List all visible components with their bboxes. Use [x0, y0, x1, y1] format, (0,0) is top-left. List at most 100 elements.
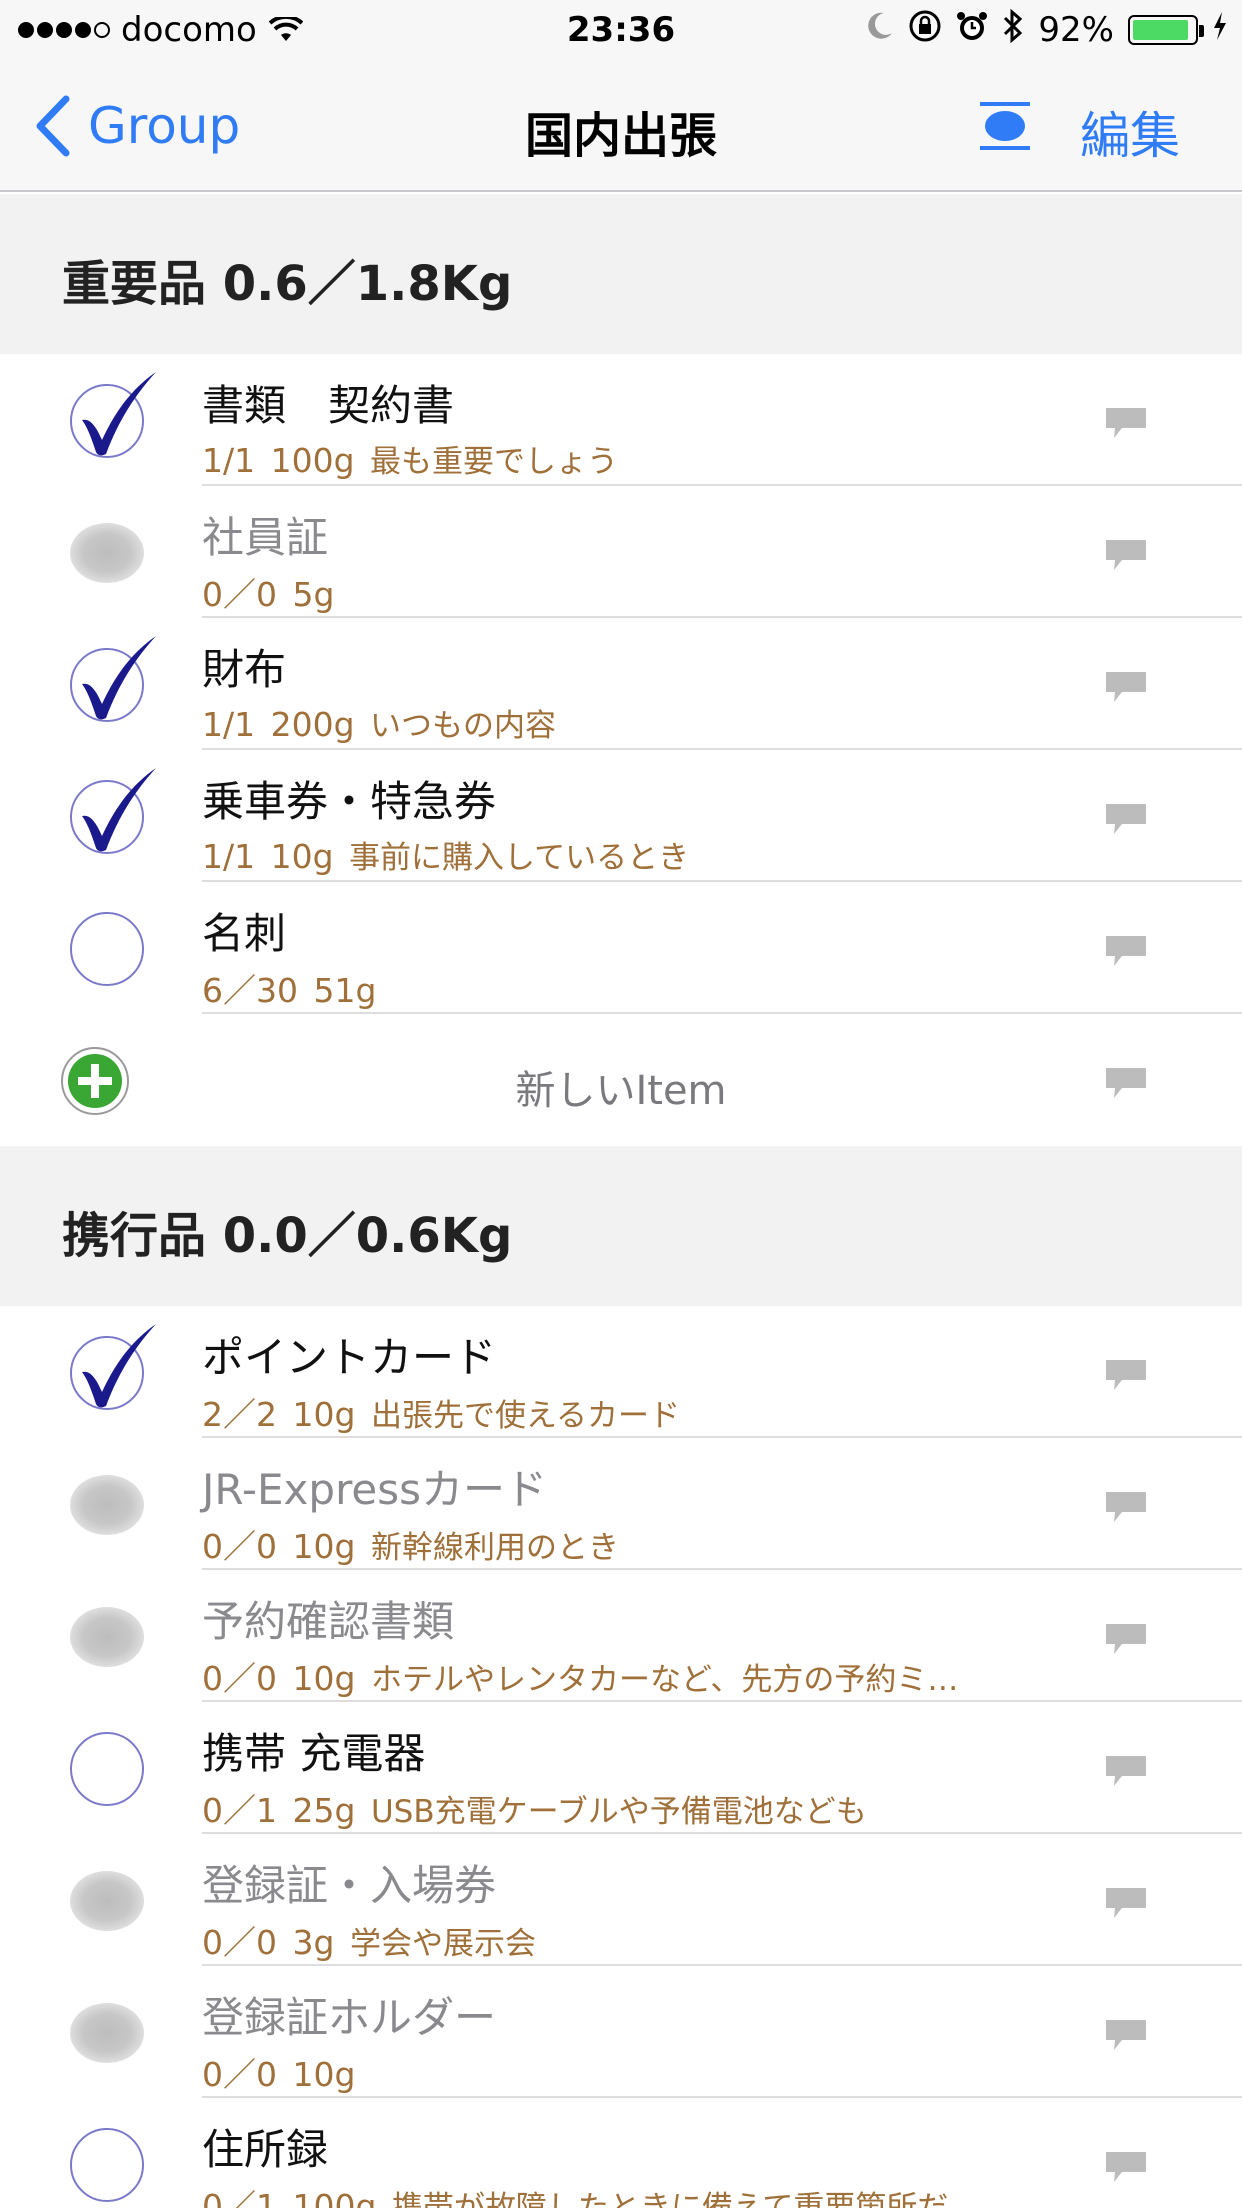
speech-bubble-icon[interactable]: [1104, 1066, 1148, 1102]
battery-icon: [1128, 15, 1204, 45]
item-quantity: 1/1: [202, 441, 256, 480]
speech-bubble-icon[interactable]: [1104, 1490, 1148, 1526]
speech-bubble-icon[interactable]: [1104, 670, 1148, 706]
speech-bubble-icon[interactable]: [1104, 802, 1148, 838]
list-item[interactable]: 財布 1/1 200g いつもの内容: [0, 618, 1242, 750]
item-weight: 5g: [292, 575, 335, 614]
item-name: 住所録: [202, 2125, 329, 2174]
checkbox[interactable]: [70, 2128, 144, 2202]
section-title: 携行品 0.0／0.6Kg: [62, 1208, 513, 1264]
item-note: ホテルやレンタカーなど、先方の予約ミ…: [370, 1662, 959, 1698]
battery-percent: 92%: [1038, 10, 1114, 50]
checkbox[interactable]: [70, 1468, 144, 1542]
checkmark-icon[interactable]: [70, 768, 156, 854]
list-item[interactable]: 登録証ホルダー 0／0 10g: [0, 1966, 1242, 2098]
item-detail: 1/1 100g 最も重要でしょう: [202, 436, 1062, 481]
item-detail: 0／1 25g USB充電ケーブルや予備電池なども: [202, 1784, 1062, 1832]
item-note: 新幹線利用のとき: [370, 1530, 619, 1566]
app-screen: docomo 23:36 92% Group 国内出張 編集 重要品 0.6／1…: [0, 0, 1242, 2208]
speech-bubble-icon[interactable]: [1104, 2150, 1148, 2186]
item-detail: 1/1 200g いつもの内容: [202, 700, 1062, 745]
signal-icon: [18, 22, 113, 38]
item-quantity: 0／0: [202, 2055, 277, 2094]
item-detail: 0／0 5g: [202, 568, 1062, 616]
list-item[interactable]: 書類 契約書 1/1 100g 最も重要でしょう: [0, 354, 1242, 486]
checkbox[interactable]: [70, 516, 144, 590]
item-name: JR-Expressカード: [202, 1465, 548, 1514]
add-item-row[interactable]: 新しいItem: [0, 1014, 1242, 1146]
item-detail: 6／30 51g: [202, 964, 1062, 1012]
checkbox[interactable]: [70, 1864, 144, 1938]
speech-bubble-icon[interactable]: [1104, 934, 1148, 970]
list-item[interactable]: ポイントカード 2／2 10g 出張先で使えるカード: [0, 1306, 1242, 1438]
item-quantity: 6／30: [202, 971, 298, 1010]
item-quantity: 0／1: [202, 2187, 277, 2208]
item-weight: 10g: [270, 837, 334, 876]
speech-bubble-icon[interactable]: [1104, 2018, 1148, 2054]
item-weight: 10g: [292, 1395, 356, 1434]
list-item[interactable]: 社員証 0／0 5g: [0, 486, 1242, 618]
section-title: 重要品 0.6／1.8Kg: [62, 256, 513, 312]
checkmark-icon[interactable]: [70, 1324, 156, 1410]
checkbox[interactable]: [70, 1732, 144, 1806]
item-name: 財布: [202, 645, 287, 694]
item-note: USB充電ケーブルや予備電池なども: [370, 1794, 867, 1830]
item-weight: 100g: [270, 441, 355, 480]
carrier-label: docomo: [121, 10, 257, 50]
sort-icon[interactable]: [978, 96, 1032, 156]
item-detail: 2／2 10g 出張先で使えるカード: [202, 1388, 1062, 1436]
item-note: 携帯が故障したときに備えて重要箇所だ…: [391, 2190, 980, 2208]
status-right: 92%: [852, 8, 1228, 52]
item-quantity: 0／0: [202, 1659, 277, 1698]
checkbox[interactable]: [70, 1600, 144, 1674]
item-quantity: 2／2: [202, 1395, 277, 1434]
status-left: docomo: [18, 8, 303, 52]
item-note: 出張先で使えるカード: [370, 1398, 681, 1434]
item-quantity: 1/1: [202, 837, 256, 876]
checkbox[interactable]: [70, 1996, 144, 2070]
speech-bubble-icon[interactable]: [1104, 1358, 1148, 1394]
item-weight: 200g: [270, 705, 355, 744]
add-item-label: 新しいItem: [515, 1068, 727, 1114]
item-weight: 10g: [292, 1527, 356, 1566]
item-detail: 0／0 10g: [202, 2048, 1062, 2096]
moon-icon: [866, 10, 894, 50]
chevron-left-icon: [36, 95, 70, 157]
checkmark-icon[interactable]: [70, 372, 156, 458]
item-name: 社員証: [202, 513, 329, 562]
speech-bubble-icon[interactable]: [1104, 406, 1148, 442]
item-weight: 3g: [292, 1923, 335, 1962]
alarm-icon: [956, 10, 988, 51]
item-detail: 0／0 10g ホテルやレンタカーなど、先方の予約ミ…: [202, 1652, 1062, 1700]
section-header: 重要品 0.6／1.8Kg: [0, 194, 1242, 354]
list-item[interactable]: 予約確認書類 0／0 10g ホテルやレンタカーなど、先方の予約ミ…: [0, 1570, 1242, 1702]
speech-bubble-icon[interactable]: [1104, 1622, 1148, 1658]
back-label: Group: [88, 97, 241, 155]
item-quantity: 0／0: [202, 575, 277, 614]
speech-bubble-icon[interactable]: [1104, 538, 1148, 574]
list-item[interactable]: 乗車券・特急券 1/1 10g 事前に購入しているとき: [0, 750, 1242, 882]
list-item[interactable]: 名刺 6／30 51g: [0, 882, 1242, 1014]
wifi-icon: [268, 17, 303, 43]
navigation-bar: Group 国内出張 編集: [0, 60, 1242, 192]
checkmark-icon[interactable]: [70, 636, 156, 722]
list-item[interactable]: JR-Expressカード 0／0 10g 新幹線利用のとき: [0, 1438, 1242, 1570]
item-name: 書類 契約書: [202, 381, 455, 430]
item-detail: 0／0 3g 学会や展示会: [202, 1916, 1062, 1964]
checkbox[interactable]: [70, 912, 144, 986]
item-name: 登録証・入場券: [202, 1861, 497, 1910]
speech-bubble-icon[interactable]: [1104, 1754, 1148, 1790]
back-button[interactable]: Group: [34, 92, 240, 160]
list-item[interactable]: 登録証・入場券 0／0 3g 学会や展示会: [0, 1834, 1242, 1966]
item-detail: 0／1 100g 携帯が故障したときに備えて重要箇所だ…: [202, 2180, 1062, 2208]
edit-button[interactable]: 編集: [1080, 96, 1180, 168]
speech-bubble-icon[interactable]: [1104, 1886, 1148, 1922]
item-weight: 10g: [292, 2055, 356, 2094]
list-item[interactable]: 携帯 充電器 0／1 25g USB充電ケーブルや予備電池なども: [0, 1702, 1242, 1834]
list-item[interactable]: 住所録 0／1 100g 携帯が故障したときに備えて重要箇所だ…: [0, 2098, 1242, 2208]
item-note: 事前に購入しているとき: [349, 840, 690, 876]
item-quantity: 0／0: [202, 1923, 277, 1962]
item-name: 名刺: [202, 909, 287, 958]
item-note: 最も重要でしょう: [370, 444, 619, 480]
item-quantity: 0／0: [202, 1527, 277, 1566]
